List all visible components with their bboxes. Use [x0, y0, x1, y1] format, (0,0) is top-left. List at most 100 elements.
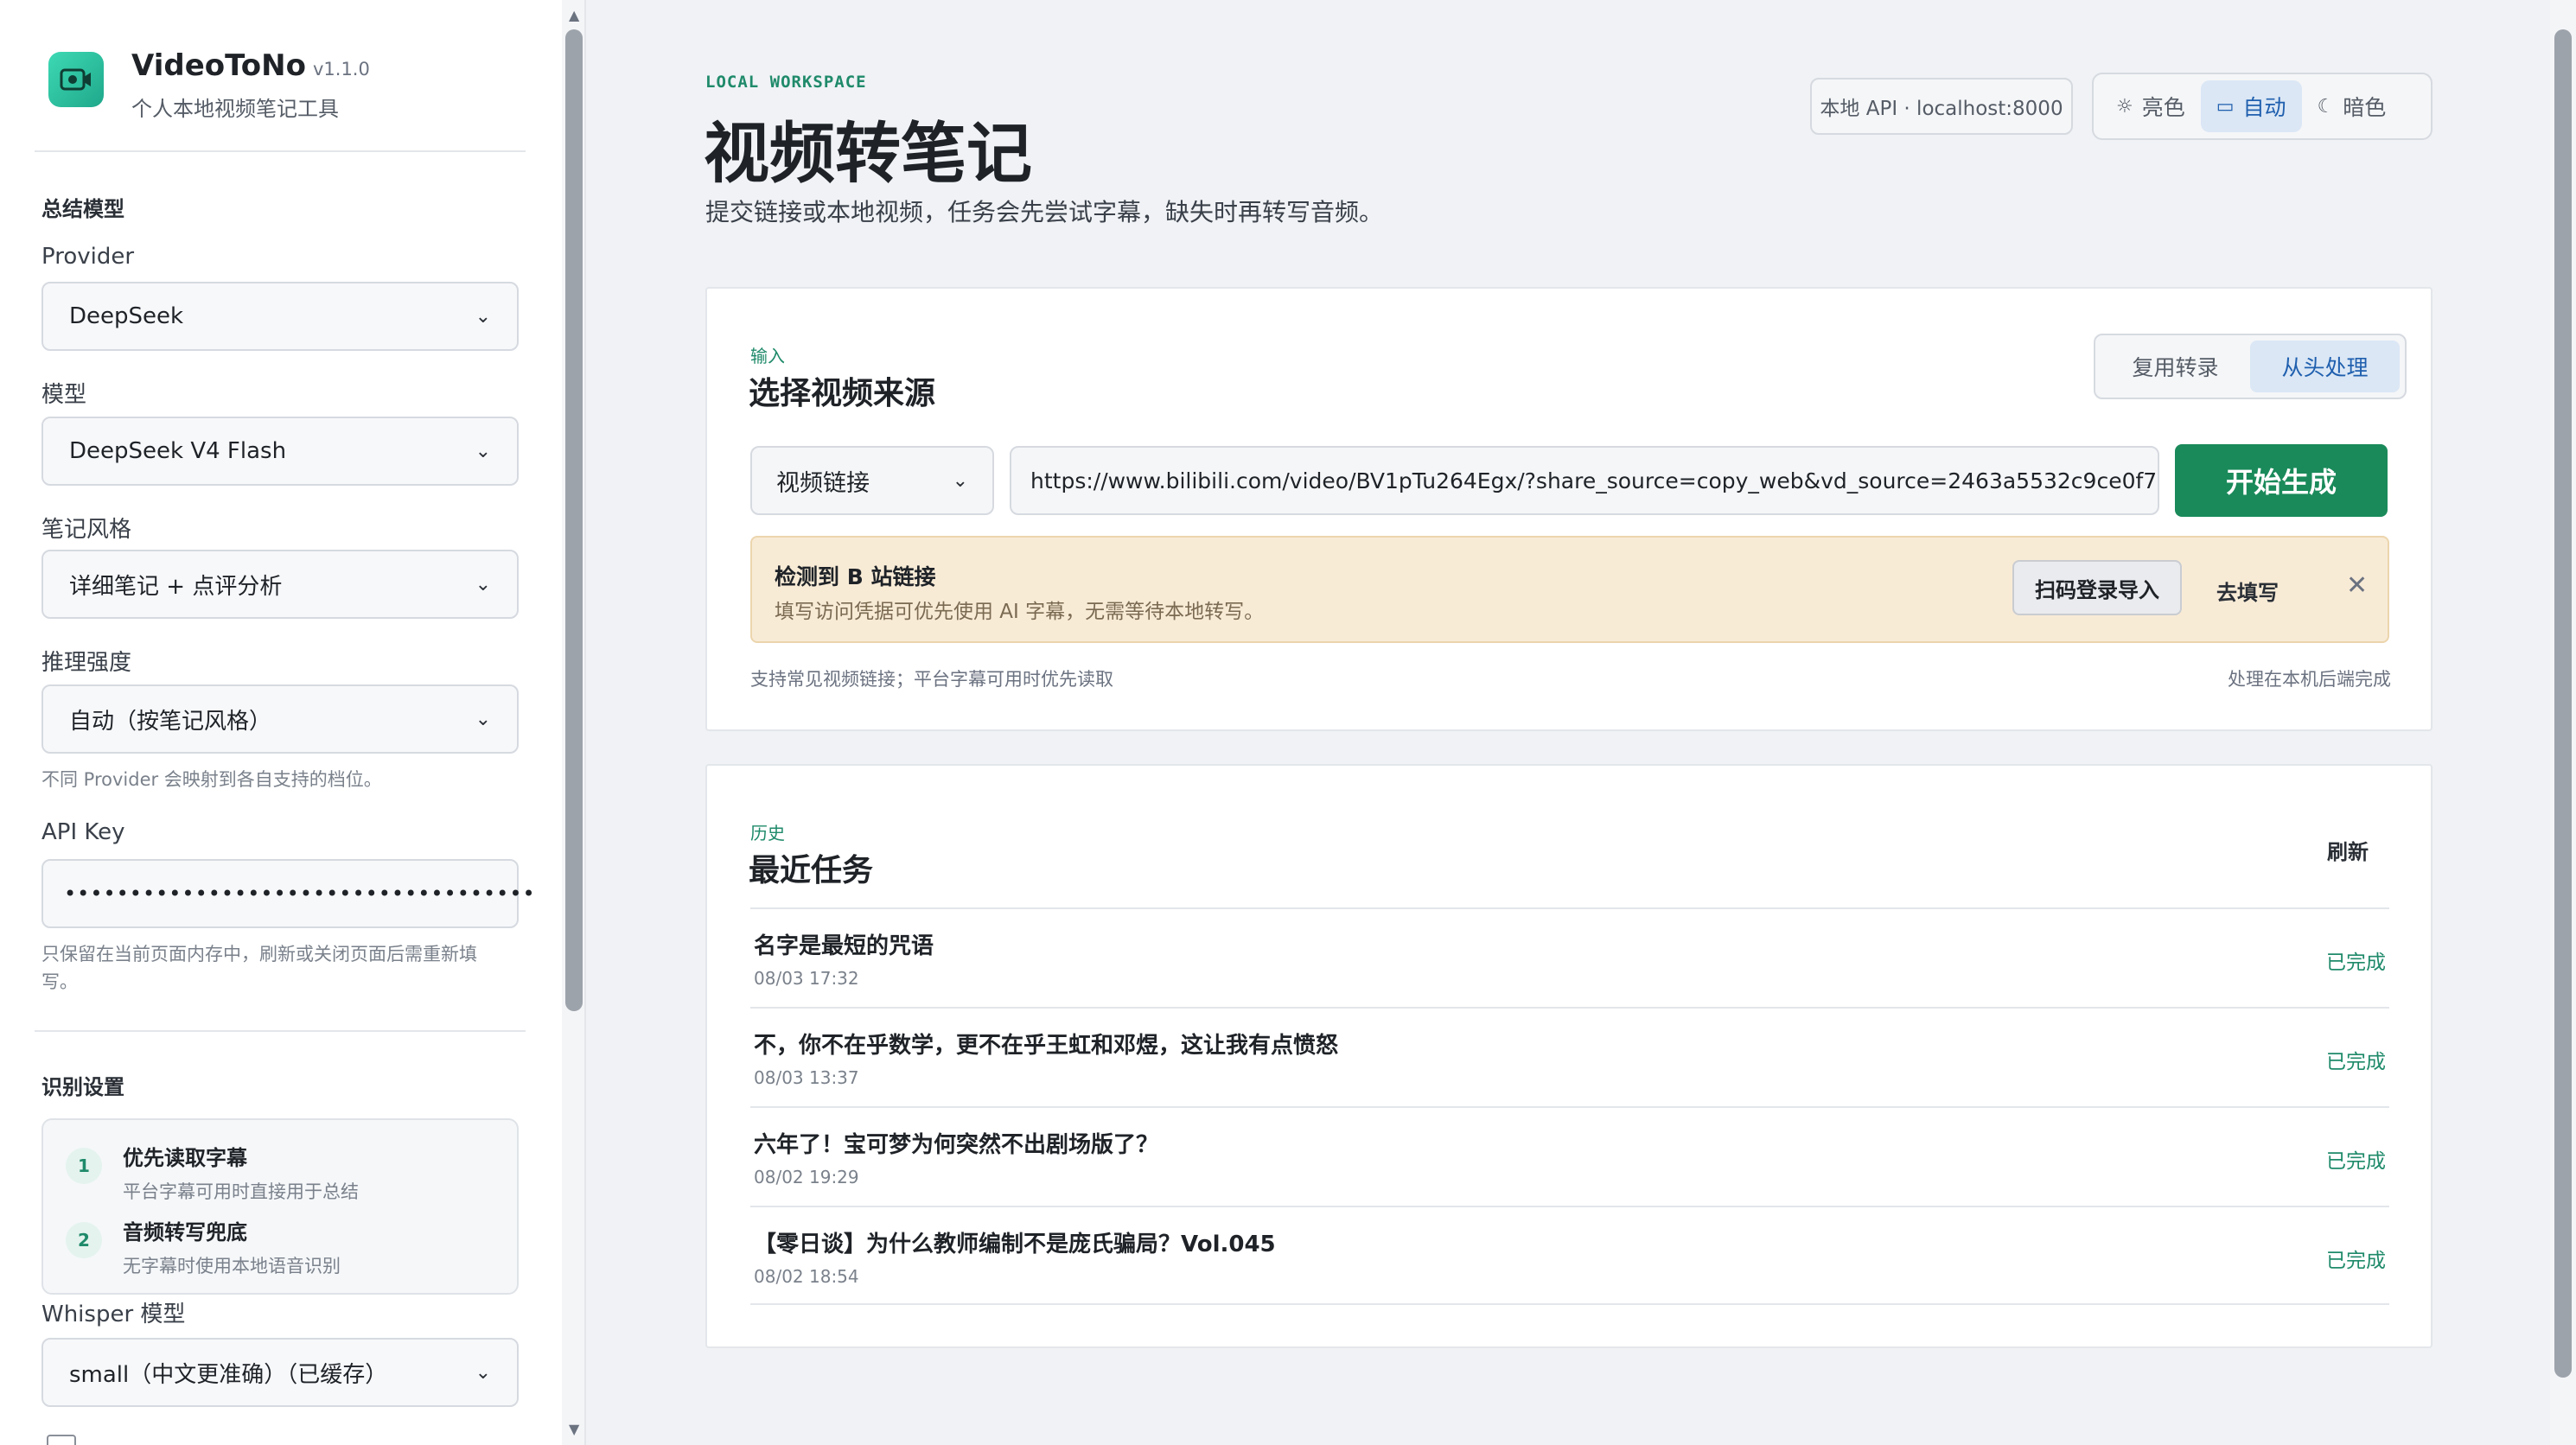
theme-auto-label: 自动 [2242, 95, 2286, 120]
brand-title: VideoToNo v1.1.0 [131, 48, 370, 83]
task-row[interactable]: 【零日谈】为什么教师编制不是庞氏骗局？Vol.045 08/02 18:54 已… [750, 1206, 2389, 1305]
brand-name: VideoToNo [131, 48, 306, 83]
note-style-value: 详细笔记 + 点评分析 [69, 573, 283, 600]
whisper-select[interactable]: small（中文更准确）（已缓存） ⌄ [41, 1338, 519, 1407]
scroll-down-arrow-icon[interactable]: ▼ [569, 1421, 579, 1437]
reasoning-value: 自动（按笔记风格） [69, 708, 272, 735]
style-label: 笔记风格 [41, 517, 132, 543]
close-icon[interactable]: ✕ [2346, 570, 2368, 601]
reasoning-label: 推理强度 [41, 650, 132, 676]
api-status-badge: 本地 API · localhost:8000 [1810, 78, 2073, 135]
theme-light-button[interactable]: ☼ 亮色 [2101, 80, 2201, 132]
task-title: 名字是最短的咒语 [754, 933, 934, 959]
theme-switcher: ☼ 亮色 ▭ 自动 ☾ 暗色 [2092, 73, 2433, 140]
input-card-title: 选择视频来源 [749, 376, 936, 411]
local-processing-note: 处理在本机后端完成 [2228, 669, 2391, 690]
gpu-checkbox[interactable] [47, 1435, 76, 1445]
theme-dark-button[interactable]: ☾ 暗色 [2302, 80, 2402, 132]
task-time: 08/02 19:29 [754, 1167, 859, 1187]
theme-dark-label: 暗色 [2343, 95, 2387, 120]
video-url-input[interactable]: https://www.bilibili.com/video/BV1pTu264… [1010, 446, 2159, 515]
provider-value: DeepSeek [69, 303, 184, 329]
step-desc: 平台字幕可用时直接用于总结 [123, 1181, 359, 1202]
scroll-up-arrow-icon[interactable]: ▲ [569, 7, 579, 23]
moon-icon: ☾ [2317, 95, 2335, 118]
sidebar-scroll-thumb[interactable] [565, 29, 583, 1011]
whisper-value: small（中文更准确）（已缓存） [69, 1361, 388, 1388]
history-card-title: 最近任务 [749, 853, 874, 888]
start-generate-button[interactable]: 开始生成 [2175, 444, 2388, 517]
task-status: 已完成 [2326, 1150, 2386, 1173]
summary-section-title: 总结模型 [41, 197, 124, 221]
refresh-button[interactable]: 刷新 [2327, 835, 2369, 865]
recognition-steps: 1 优先读取字幕 平台字幕可用时直接用于总结 2 音频转写兜底 无字幕时使用本地… [41, 1118, 519, 1295]
main-scroll-thumb[interactable] [2554, 29, 2572, 1378]
task-time: 08/03 13:37 [754, 1067, 859, 1088]
brand-version: v1.1.0 [312, 59, 370, 80]
history-card: 历史 最近任务 刷新 名字是最短的咒语 08/03 17:32 已完成 不，你不… [705, 764, 2433, 1348]
model-label: 模型 [41, 382, 87, 408]
provider-label: Provider [41, 244, 135, 270]
step-number: 2 [66, 1222, 102, 1258]
task-title: 【零日谈】为什么教师编制不是庞氏骗局？Vol.045 [754, 1232, 1276, 1257]
chevron-down-icon: ⌄ [475, 440, 491, 462]
chevron-down-icon: ⌄ [475, 573, 491, 595]
api-key-input[interactable]: •••••••••••••••••••••••••••••••••••• [41, 859, 535, 928]
input-footnote: 支持常见视频链接；平台字幕可用时优先读取 [750, 669, 1113, 690]
step-title: 音频转写兜底 [123, 1220, 247, 1244]
divider [35, 150, 526, 152]
step-item: 1 优先读取字幕 平台字幕可用时直接用于总结 [66, 1141, 359, 1204]
app-logo-icon [48, 52, 104, 107]
step-title: 优先读取字幕 [123, 1146, 247, 1170]
task-time: 08/03 17:32 [754, 968, 859, 989]
task-status: 已完成 [2326, 1250, 2386, 1272]
api-key-hint: 只保留在当前页面内存中，刷新或关闭页面后需重新填写。 [41, 944, 477, 992]
task-row[interactable]: 六年了！宝可梦为何突然不出剧场版了？ 08/02 19:29 已完成 [750, 1106, 2389, 1206]
task-time: 08/02 18:54 [754, 1266, 859, 1287]
notice-desc: 填写访问凭据可优先使用 AI 字幕，无需等待本地转写。 [775, 601, 1265, 623]
brand-subtitle: 个人本地视频笔记工具 [131, 97, 339, 121]
theme-auto-button[interactable]: ▭ 自动 [2200, 80, 2302, 132]
processing-mode-toggle: 复用转录 从头处理 [2094, 334, 2407, 399]
recognition-section-title: 识别设置 [41, 1075, 124, 1099]
brand: VideoToNo v1.1.0 个人本地视频笔记工具 [48, 48, 370, 122]
scan-login-import-button[interactable]: 扫码登录导入 [2012, 560, 2182, 615]
task-row[interactable]: 名字是最短的咒语 08/03 17:32 已完成 [750, 907, 2389, 1007]
provider-select[interactable]: DeepSeek ⌄ [41, 282, 519, 351]
chevron-down-icon: ⌄ [475, 305, 491, 328]
chevron-down-icon: ⌄ [952, 469, 968, 492]
sidebar: VideoToNo v1.1.0 个人本地视频笔记工具 总结模型 Provider… [0, 0, 586, 1445]
sidebar-scrollbar[interactable]: ▲ ▼ [562, 0, 584, 1445]
source-type-value: 视频链接 [776, 469, 870, 497]
task-title: 六年了！宝可梦为何突然不出剧场版了？ [754, 1132, 1159, 1158]
chevron-down-icon: ⌄ [475, 708, 491, 730]
model-select[interactable]: DeepSeek V4 Flash ⌄ [41, 417, 519, 486]
task-list: 名字是最短的咒语 08/03 17:32 已完成 不，你不在乎数学，更不在乎王虹… [750, 907, 2389, 1305]
input-eyebrow: 输入 [750, 346, 785, 366]
go-fill-link[interactable]: 去填写 [2216, 576, 2279, 606]
main-scrollbar[interactable] [2550, 0, 2576, 1445]
theme-light-label: 亮色 [2141, 95, 2185, 120]
process-from-scratch-button[interactable]: 从头处理 [2250, 341, 2400, 392]
task-title: 不，你不在乎数学，更不在乎王虹和邓煜，这让我有点愤怒 [754, 1033, 1339, 1059]
reasoning-select[interactable]: 自动（按笔记风格） ⌄ [41, 684, 519, 754]
page-subtitle: 提交链接或本地视频，任务会先尝试字幕，缺失时再转写音频。 [705, 198, 1384, 226]
model-value: DeepSeek V4 Flash [69, 438, 287, 464]
reuse-transcript-button[interactable]: 复用转录 [2101, 341, 2250, 392]
input-card: 输入 选择视频来源 复用转录 从头处理 视频链接 ⌄ https://www.b… [705, 287, 2433, 731]
note-style-select[interactable]: 详细笔记 + 点评分析 ⌄ [41, 550, 519, 619]
task-status: 已完成 [2326, 1051, 2386, 1073]
task-status: 已完成 [2326, 952, 2386, 974]
page-title: 视频转笔记 [704, 115, 1032, 192]
sun-icon: ☼ [2116, 95, 2133, 118]
step-desc: 无字幕时使用本地语音识别 [123, 1256, 341, 1276]
bilibili-notice: 检测到 B 站链接 填写访问凭据可优先使用 AI 字幕，无需等待本地转写。 扫码… [750, 536, 2389, 643]
reasoning-hint: 不同 Provider 会映射到各自支持的档位。 [41, 769, 382, 790]
notice-title: 检测到 B 站链接 [775, 564, 936, 589]
task-row[interactable]: 不，你不在乎数学，更不在乎王虹和邓煜，这让我有点愤怒 08/03 13:37 已… [750, 1007, 2389, 1106]
whisper-label: Whisper 模型 [41, 1302, 186, 1327]
step-item: 2 音频转写兜底 无字幕时使用本地语音识别 [66, 1215, 341, 1278]
header-eyebrow: LOCAL WORKSPACE [705, 73, 867, 92]
source-type-select[interactable]: 视频链接 ⌄ [750, 446, 994, 515]
step-number: 1 [66, 1148, 102, 1184]
